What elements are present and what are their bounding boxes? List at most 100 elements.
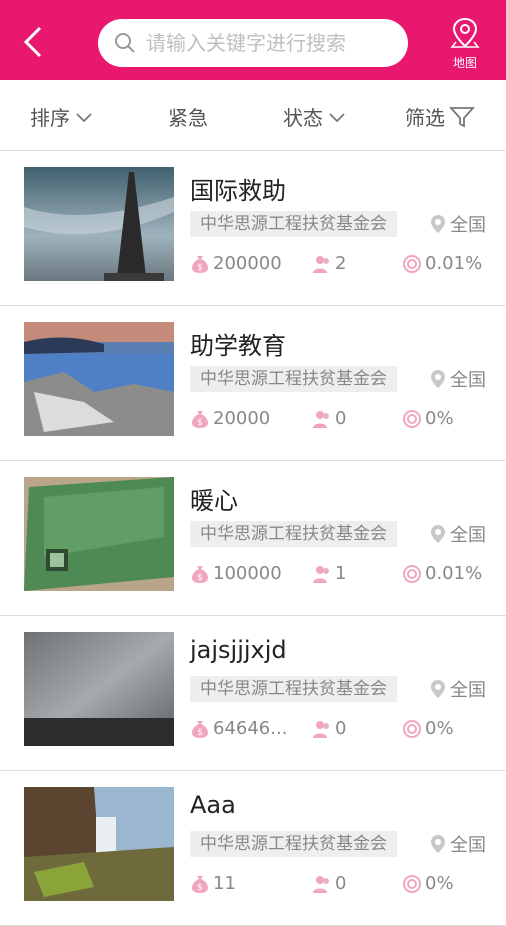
- amount-stat: $ 64646...: [190, 718, 287, 739]
- back-arrow-icon[interactable]: [18, 24, 50, 60]
- location: 全国: [430, 831, 486, 857]
- location: 全国: [430, 366, 486, 392]
- progress-ring-icon: [403, 254, 421, 273]
- location-text: 全国: [450, 525, 486, 546]
- progress-percent: 0%: [425, 718, 454, 739]
- people-stat: 0: [312, 718, 346, 739]
- progress-stat: 0%: [402, 408, 454, 429]
- list-item[interactable]: 国际救助 中华思源工程扶贫基金会 全国 $ 200000 2 0.01%: [0, 151, 506, 306]
- location-text: 全国: [450, 835, 486, 856]
- amount-value: 64646...: [213, 718, 288, 739]
- location-text: 全国: [450, 370, 486, 391]
- project-thumbnail: [24, 632, 174, 746]
- progress-percent: 0%: [425, 408, 454, 429]
- people-count: 0: [335, 873, 347, 894]
- money-bag-icon: $: [192, 875, 208, 893]
- people-count: 2: [335, 253, 347, 274]
- filter-bar: 排序 紧急 状态 筛选: [0, 80, 506, 151]
- list-item[interactable]: 暖心 中华思源工程扶贫基金会 全国 $ 100000 1 0.01%: [0, 461, 506, 616]
- amount-value: 200000: [213, 253, 282, 274]
- progress-stat: 0.01%: [402, 563, 482, 584]
- top-bar: 地图: [0, 0, 506, 80]
- filter-button[interactable]: 筛选: [405, 102, 475, 131]
- amount-stat: $ 20000: [190, 408, 270, 429]
- people-count: 0: [335, 718, 347, 739]
- location-pin-icon: [431, 370, 445, 388]
- progress-percent: 0.01%: [425, 563, 483, 584]
- people-count: 0: [335, 408, 347, 429]
- location-pin-icon: [431, 835, 445, 853]
- progress-stat: 0%: [402, 718, 454, 739]
- svg-text:$: $: [197, 573, 203, 583]
- amount-stat: $ 200000: [190, 253, 282, 274]
- people-icon: [313, 720, 329, 738]
- progress-stat: 0%: [402, 873, 454, 894]
- search-bar[interactable]: [98, 19, 408, 67]
- list-item[interactable]: 助学教育 中华思源工程扶贫基金会 全国 $ 20000 0 0%: [0, 306, 506, 461]
- money-bag-icon: $: [192, 720, 208, 738]
- progress-ring-icon: [403, 719, 421, 738]
- status-dropdown[interactable]: 状态: [283, 102, 347, 131]
- svg-text:$: $: [197, 883, 203, 893]
- map-pin-icon: [450, 17, 480, 48]
- sort-label: 排序: [30, 106, 70, 130]
- amount-value: 20000: [213, 408, 271, 429]
- project-title: jajsjjjxjd: [190, 636, 287, 664]
- people-icon: [313, 875, 329, 893]
- location-text: 全国: [450, 215, 486, 236]
- amount-stat: $ 11: [190, 873, 236, 894]
- project-list: 国际救助 中华思源工程扶贫基金会 全国 $ 200000 2 0.01% 助学教…: [0, 151, 506, 926]
- amount-stat: $ 100000: [190, 563, 282, 584]
- map-button[interactable]: 地图: [440, 16, 490, 72]
- progress-stat: 0.01%: [402, 253, 482, 274]
- funnel-icon: [449, 106, 475, 127]
- search-icon: [115, 33, 135, 53]
- project-thumbnail: [24, 322, 174, 436]
- urgent-label: 紧急: [168, 106, 208, 130]
- project-title: 助学教育: [190, 332, 286, 360]
- people-stat: 1: [312, 563, 346, 584]
- organization-tag: 中华思源工程扶贫基金会: [190, 211, 397, 237]
- svg-text:$: $: [197, 418, 203, 428]
- location-text: 全国: [450, 680, 486, 701]
- search-input[interactable]: [144, 30, 398, 56]
- location-pin-icon: [431, 525, 445, 543]
- filter-label: 筛选: [405, 106, 445, 130]
- location: 全国: [430, 211, 486, 237]
- organization-tag: 中华思源工程扶贫基金会: [190, 366, 397, 392]
- map-label: 地图: [452, 56, 477, 70]
- people-icon: [313, 565, 329, 583]
- chevron-down-icon: [76, 112, 92, 122]
- project-thumbnail: [24, 167, 174, 281]
- location-pin-icon: [431, 215, 445, 233]
- location: 全国: [430, 521, 486, 547]
- progress-percent: 0%: [425, 873, 454, 894]
- svg-text:$: $: [197, 263, 203, 273]
- project-thumbnail: [24, 787, 174, 901]
- progress-ring-icon: [403, 409, 421, 428]
- people-icon: [313, 255, 329, 273]
- people-icon: [313, 410, 329, 428]
- progress-ring-icon: [403, 874, 421, 893]
- project-title: 国际救助: [190, 177, 286, 205]
- status-label: 状态: [283, 106, 323, 130]
- list-item[interactable]: jajsjjjxjd 中华思源工程扶贫基金会 全国 $ 64646... 0 0…: [0, 616, 506, 771]
- money-bag-icon: $: [192, 565, 208, 583]
- organization-tag: 中华思源工程扶贫基金会: [190, 521, 397, 547]
- organization-tag: 中华思源工程扶贫基金会: [190, 676, 397, 702]
- location-pin-icon: [431, 680, 445, 698]
- project-title: Aaa: [190, 791, 236, 819]
- money-bag-icon: $: [192, 410, 208, 428]
- svg-text:$: $: [197, 728, 203, 738]
- amount-value: 11: [213, 873, 236, 894]
- project-thumbnail: [24, 477, 174, 591]
- chevron-down-icon: [329, 112, 345, 122]
- list-item[interactable]: Aaa 中华思源工程扶贫基金会 全国 $ 11 0 0%: [0, 771, 506, 926]
- money-bag-icon: $: [192, 255, 208, 273]
- sort-dropdown[interactable]: 排序: [30, 102, 94, 131]
- people-stat: 2: [312, 253, 346, 274]
- location: 全国: [430, 676, 486, 702]
- people-stat: 0: [312, 873, 346, 894]
- organization-tag: 中华思源工程扶贫基金会: [190, 831, 397, 857]
- urgent-filter[interactable]: 紧急: [168, 102, 208, 131]
